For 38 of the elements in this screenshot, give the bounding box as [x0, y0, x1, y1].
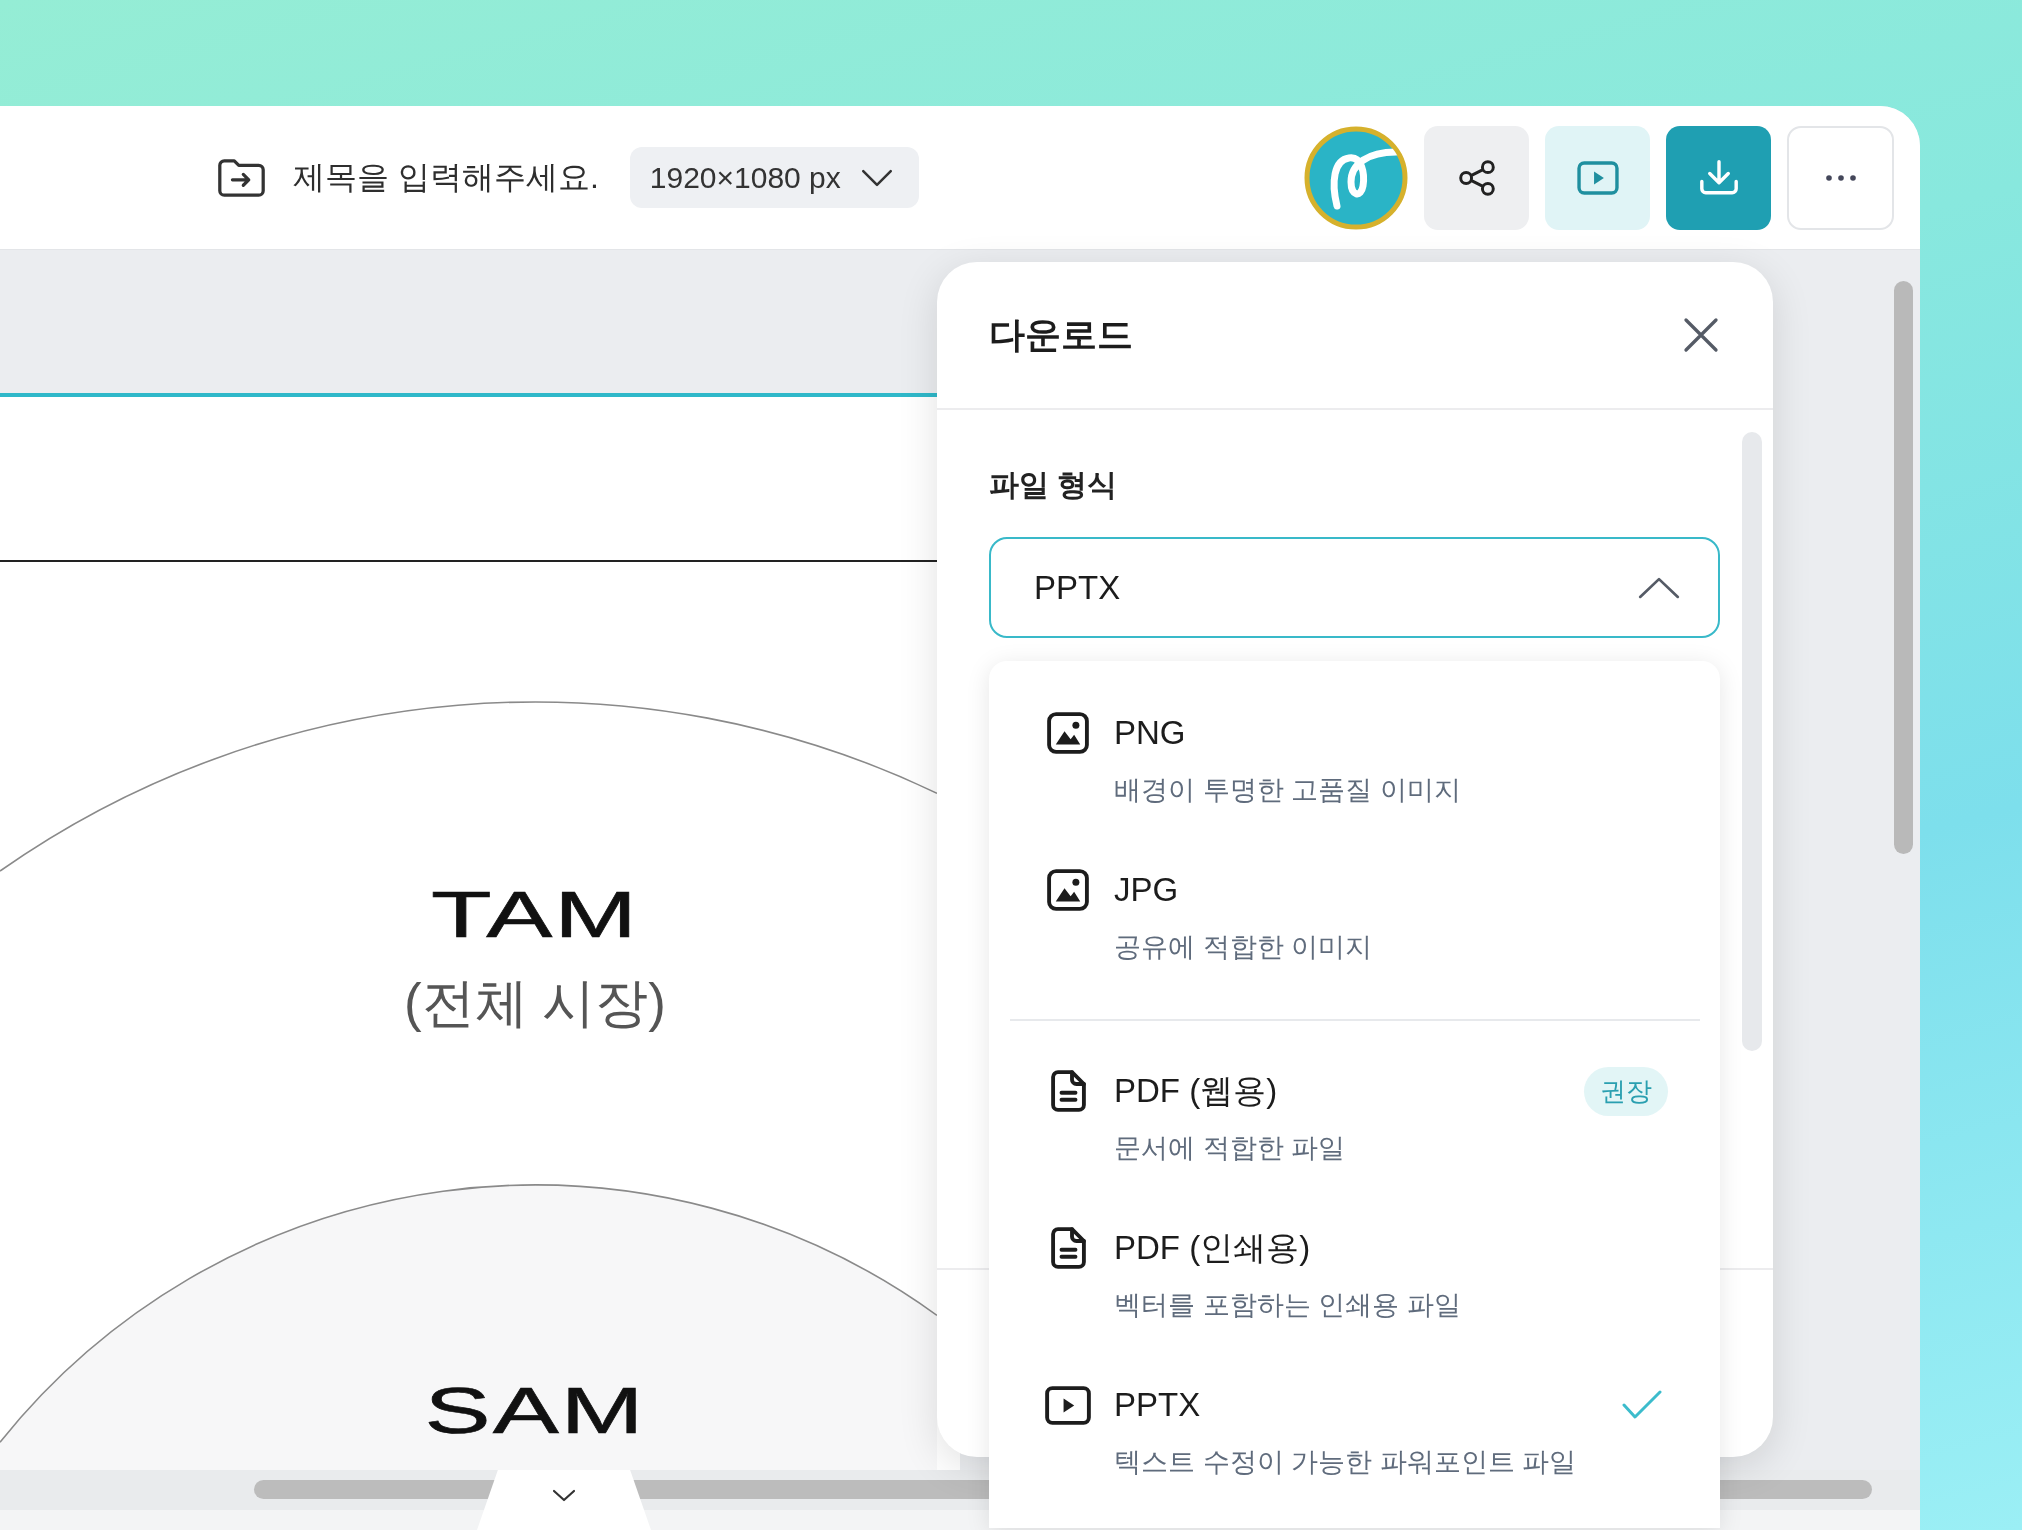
more-icon [1825, 174, 1856, 181]
document-icon [1050, 1227, 1086, 1269]
document-title[interactable]: 제목을 입력해주세요. [293, 155, 599, 200]
canvas-size-dropdown[interactable]: 1920×1080 px [629, 147, 919, 208]
download-icon [1698, 159, 1739, 196]
recommended-badge: 권장 [1584, 1066, 1668, 1116]
play-icon [1576, 160, 1619, 195]
download-button[interactable] [1666, 125, 1771, 230]
circle-label: TAM [431, 879, 639, 951]
image-icon [1047, 869, 1089, 911]
format-description: 배경이 투명한 고품질 이미지 [1114, 774, 1461, 807]
image-icon [1047, 712, 1089, 754]
share-icon [1457, 158, 1496, 197]
avatar-icon[interactable] [1304, 125, 1408, 230]
format-option[interactable]: PDF (웹용) [1114, 1069, 1278, 1113]
format-description: 벡터를 포함하는 인쇄용 파일 [1114, 1289, 1461, 1322]
format-description: 텍스트 수정이 가능한 파워포인트 파일 [1114, 1446, 1576, 1479]
format-option[interactable]: PDF (인쇄용) [1114, 1226, 1311, 1270]
format-option[interactable]: PPTX [1114, 1383, 1201, 1427]
circle-label: SAM [424, 1375, 646, 1447]
folder-icon[interactable] [218, 157, 265, 198]
panel-scrollbar[interactable] [1742, 432, 1762, 1051]
chevron-down-icon [552, 1488, 576, 1502]
circle-sublabel: (전체 시장) [404, 972, 666, 1034]
chevron-down-icon [860, 168, 893, 187]
document-icon [1050, 1070, 1086, 1112]
format-description: 공유에 적합한 이미지 [1114, 931, 1372, 964]
vertical-scrollbar[interactable] [1894, 281, 1913, 854]
format-option[interactable]: JPG [1114, 868, 1179, 912]
panel-title: 다운로드 [989, 312, 1133, 357]
share-button[interactable] [1424, 125, 1529, 230]
play-box-icon [1045, 1385, 1091, 1425]
file-format-select[interactable]: PPTX [989, 537, 1720, 638]
close-icon [1683, 317, 1719, 353]
format-description: 문서에 적합한 파일 [1114, 1132, 1345, 1165]
present-button[interactable] [1545, 125, 1650, 230]
format-option[interactable]: PNG [1114, 711, 1186, 755]
field-label: 파일 형식 [989, 467, 1118, 503]
